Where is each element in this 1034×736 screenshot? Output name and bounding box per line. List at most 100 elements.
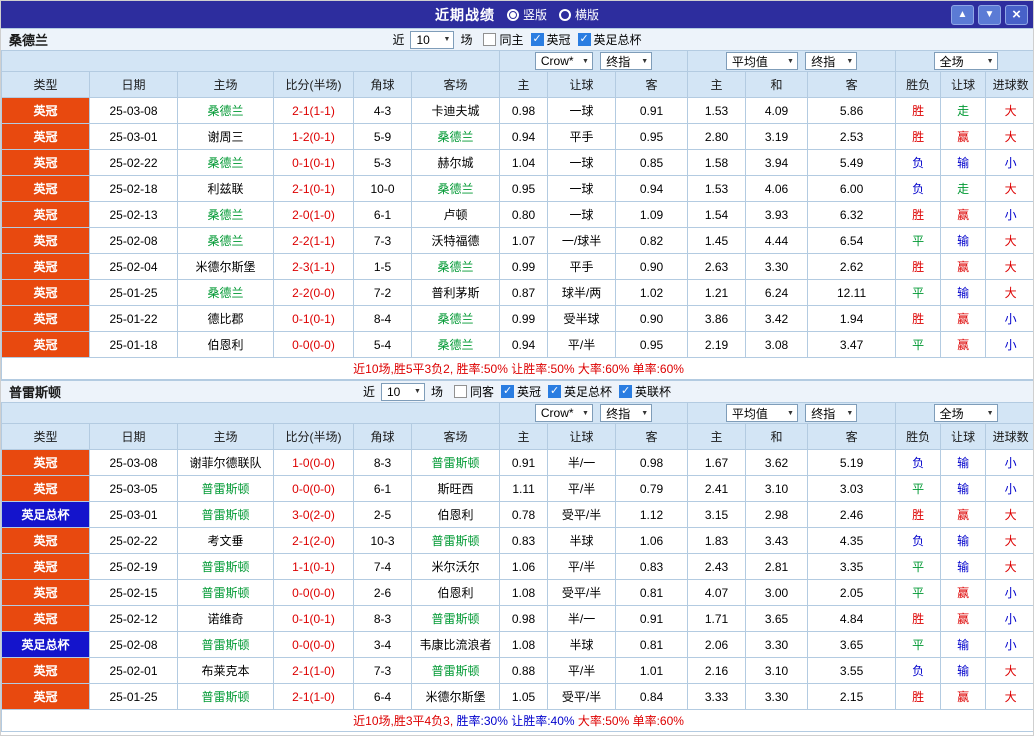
avg-home-odds-cell: 1.45	[688, 228, 746, 254]
score-cell: 0-0(0-0)	[274, 580, 354, 606]
layout-radio-selected[interactable]: 竖版	[507, 6, 547, 23]
away-team-cell: 普雷斯顿	[412, 606, 500, 632]
match-row: 英冠25-02-15普雷斯顿0-0(0-0)2-6伯恩利1.08受平/半0.81…	[2, 580, 1034, 606]
col-header-handicap: 让球	[548, 424, 616, 450]
col-header-date: 日期	[90, 72, 178, 98]
matches-label: 场	[431, 383, 443, 400]
home-odds-cell: 0.99	[500, 254, 548, 280]
filter-checkbox[interactable]: 英冠	[501, 383, 541, 400]
col-header-league-type: 类型	[2, 72, 90, 98]
select-value: 全场	[940, 53, 964, 70]
filter-checkbox[interactable]: 英足总杯	[578, 31, 642, 48]
handicap-cell: 平/半	[548, 476, 616, 502]
layout-radio-unselected[interactable]: 横版	[559, 6, 599, 23]
filter-controls: 近 10▼ 场 同客英冠英足总杯英联杯	[363, 383, 671, 401]
result-cell: 负	[896, 450, 941, 476]
radio-label: 竖版	[523, 6, 547, 23]
handicap-cell: 受半球	[548, 306, 616, 332]
checkbox-checked-icon[interactable]	[619, 385, 632, 398]
avg-away-odds-cell: 4.84	[808, 606, 896, 632]
col-header-away: 客场	[412, 72, 500, 98]
checkbox-checked-icon[interactable]	[501, 385, 514, 398]
col-header-avg-home: 主	[688, 72, 746, 98]
checkbox-checked-icon[interactable]	[548, 385, 561, 398]
handicap-result-cell: 输	[941, 150, 986, 176]
handicap-odds-config-cell: Crow*▼ 终指▼	[500, 51, 688, 72]
final-odds-select[interactable]: 终指▼	[805, 52, 857, 70]
filter-checkbox[interactable]: 同客	[454, 383, 494, 400]
final-odds-select[interactable]: 终指▼	[600, 52, 652, 70]
scroll-down-button[interactable]: ▼	[978, 5, 1001, 25]
result-cell: 负	[896, 658, 941, 684]
radio-label: 横版	[575, 6, 599, 23]
result-cell: 胜	[896, 306, 941, 332]
corners-cell: 5-3	[354, 150, 412, 176]
result-cell: 负	[896, 150, 941, 176]
match-row: 英冠25-02-12诺维奇0-1(0-1)8-3普雷斯顿0.98半/一0.911…	[2, 606, 1034, 632]
average-odds-select[interactable]: 平均值▼	[726, 52, 798, 70]
full-match-select[interactable]: 全场▼	[934, 52, 998, 70]
avg-away-odds-cell: 1.94	[808, 306, 896, 332]
filter-checkbox[interactable]: 英足总杯	[548, 383, 612, 400]
away-odds-cell: 0.79	[616, 476, 688, 502]
checkbox-unchecked-icon[interactable]	[454, 385, 467, 398]
handicap-cell: 平/半	[548, 554, 616, 580]
scroll-up-button[interactable]: ▲	[951, 5, 974, 25]
checkbox-checked-icon[interactable]	[531, 33, 544, 46]
checkbox-label: 同客	[470, 383, 494, 400]
avg-home-odds-cell: 3.86	[688, 306, 746, 332]
full-match-select[interactable]: 全场▼	[934, 404, 998, 422]
away-odds-cell: 0.95	[616, 332, 688, 358]
match-count-select[interactable]: 10▼	[410, 31, 454, 49]
checkbox-unchecked-icon[interactable]	[483, 33, 496, 46]
league-type-cell: 英冠	[2, 228, 90, 254]
summary-segment: 大率:50%	[575, 714, 630, 728]
col-header-home: 主场	[178, 72, 274, 98]
result-cell: 胜	[896, 502, 941, 528]
avg-away-odds-cell: 3.47	[808, 332, 896, 358]
away-team-cell: 桑德兰	[412, 124, 500, 150]
match-count-select[interactable]: 10▼	[381, 383, 425, 401]
match-row: 英足总杯25-02-08普雷斯顿0-0(0-0)3-4韦康比流浪者1.08半球0…	[2, 632, 1034, 658]
avg-draw-odds-cell: 3.30	[746, 684, 808, 710]
score-cell: 1-0(0-0)	[274, 450, 354, 476]
matches-label: 场	[460, 31, 472, 48]
summary-segment: 近10场,胜3平4负3,	[353, 714, 453, 728]
summary-segment: 让胜率:40%	[508, 714, 575, 728]
final-odds-select[interactable]: 终指▼	[805, 404, 857, 422]
avg-draw-odds-cell: 4.09	[746, 98, 808, 124]
final-odds-select[interactable]: 终指▼	[600, 404, 652, 422]
score-cell: 2-1(1-0)	[274, 684, 354, 710]
corners-cell: 8-4	[354, 306, 412, 332]
handicap-cell: 半球	[548, 632, 616, 658]
away-odds-cell: 0.98	[616, 450, 688, 476]
goals-result-cell: 小	[986, 306, 1034, 332]
home-team-cell: 普雷斯顿	[178, 684, 274, 710]
filter-checkbox[interactable]: 英冠	[531, 31, 571, 48]
checkbox-checked-icon[interactable]	[578, 33, 591, 46]
score-cell: 2-3(1-1)	[274, 254, 354, 280]
corners-cell: 5-9	[354, 124, 412, 150]
corners-cell: 5-4	[354, 332, 412, 358]
score-cell: 1-1(0-1)	[274, 554, 354, 580]
bookmaker-select[interactable]: Crow*▼	[535, 404, 593, 422]
date-cell: 25-03-01	[90, 124, 178, 150]
average-odds-select[interactable]: 平均值▼	[726, 404, 798, 422]
chevron-down-icon: ▼	[414, 388, 421, 395]
odds-config-row: Crow*▼ 终指▼ 平均值▼ 终指▼ 全场▼	[2, 403, 1034, 424]
filter-checkbox[interactable]: 同主	[483, 31, 523, 48]
summary-segment: 胜率:50%	[453, 362, 508, 376]
match-row: 英冠25-03-08桑德兰2-1(1-1)4-3卡迪夫城0.98一球0.911.…	[2, 98, 1034, 124]
avg-away-odds-cell: 5.19	[808, 450, 896, 476]
handicap-result-cell: 输	[941, 632, 986, 658]
results-table: Crow*▼ 终指▼ 平均值▼ 终指▼ 全场▼ 类型 日期 主场 比分(半场) …	[1, 402, 1034, 732]
bookmaker-select[interactable]: Crow*▼	[535, 52, 593, 70]
radio-icon[interactable]	[559, 9, 571, 21]
result-cell: 胜	[896, 606, 941, 632]
scope-config-cell: 全场▼	[896, 51, 1034, 72]
handicap-result-cell: 输	[941, 450, 986, 476]
filter-checkbox[interactable]: 英联杯	[619, 383, 671, 400]
close-button[interactable]: ×	[1005, 5, 1028, 25]
radio-icon[interactable]	[507, 9, 519, 21]
date-cell: 25-02-19	[90, 554, 178, 580]
